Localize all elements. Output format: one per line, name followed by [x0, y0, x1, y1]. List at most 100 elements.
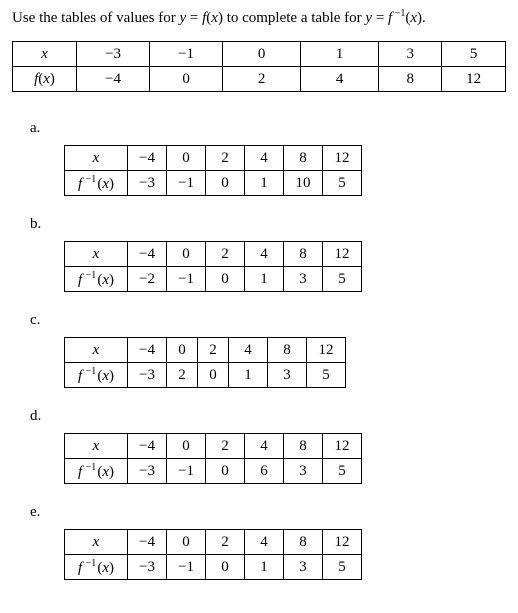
- option-label: d.: [30, 408, 506, 425]
- paren-close: ).: [417, 10, 426, 26]
- option-a: a. x −4 0 2 4 8 12 f −1(x) −3 −1 0 1 10 …: [40, 120, 506, 196]
- cell: −4: [77, 67, 150, 92]
- option-label: c.: [30, 312, 506, 329]
- cell: 0: [150, 67, 223, 92]
- cell: 0: [167, 146, 206, 171]
- cell: 2: [206, 242, 245, 267]
- cell: 0: [206, 171, 245, 196]
- cell: 5: [323, 171, 362, 196]
- table-row: x −4 0 2 4 8 12: [65, 338, 346, 363]
- cell: −1: [167, 267, 206, 292]
- option-table: x −4 0 2 4 8 12 f −1(x) −2 −1 0 1 3 5: [64, 241, 362, 292]
- table-row: f(x) −4 0 2 4 8 12: [13, 67, 506, 92]
- col-header-finv: f −1(x): [65, 171, 128, 196]
- cell: 0: [206, 459, 245, 484]
- cell: 1: [245, 555, 284, 580]
- col-header-x: x: [93, 534, 100, 550]
- eq: =: [372, 10, 388, 26]
- cell: 12: [323, 146, 362, 171]
- var-x: x: [211, 10, 218, 26]
- cell: 0: [206, 267, 245, 292]
- cell: −3: [128, 171, 167, 196]
- table-row: f −1(x) −3 2 0 1 3 5: [65, 363, 346, 388]
- col-header-x: x: [93, 342, 100, 358]
- var-x: x: [410, 10, 417, 26]
- cell: 5: [442, 42, 506, 67]
- cell: 2: [198, 338, 229, 363]
- cell: 5: [323, 459, 362, 484]
- cell: −4: [128, 146, 167, 171]
- cell: 12: [323, 434, 362, 459]
- table-row: x −4 0 2 4 8 12: [65, 242, 362, 267]
- cell: 12: [323, 242, 362, 267]
- option-c: c. x −4 0 2 4 8 12 f −1(x) −3 2 0 1 3 5: [40, 312, 506, 388]
- cell: 0: [167, 242, 206, 267]
- cell: 8: [379, 67, 442, 92]
- cell: 5: [307, 363, 346, 388]
- cell: −4: [128, 338, 167, 363]
- option-table: x −4 0 2 4 8 12 f −1(x) −3 −1 0 6 3 5: [64, 433, 362, 484]
- cell: −4: [128, 530, 167, 555]
- table-row: f −1(x) −3 −1 0 1 10 5: [65, 171, 362, 196]
- cell: −1: [150, 42, 223, 67]
- cell: 8: [284, 530, 323, 555]
- eq: =: [186, 10, 202, 26]
- cell: 2: [167, 363, 198, 388]
- given-table: x −3 −1 0 1 3 5 f(x) −4 0 2 4 8 12: [12, 41, 506, 92]
- cell: −1: [167, 555, 206, 580]
- cell: 0: [167, 434, 206, 459]
- cell: 4: [301, 67, 379, 92]
- inverse-sup: −1: [392, 8, 405, 19]
- cell: 12: [307, 338, 346, 363]
- cell: −3: [128, 363, 167, 388]
- option-d: d. x −4 0 2 4 8 12 f −1(x) −3 −1 0 6 3 5: [40, 408, 506, 484]
- cell: 1: [301, 42, 379, 67]
- cell: 3: [284, 555, 323, 580]
- col-header-x: x: [93, 246, 100, 262]
- cell: 2: [206, 434, 245, 459]
- cell: 8: [284, 146, 323, 171]
- cell: 1: [229, 363, 268, 388]
- cell: 0: [206, 555, 245, 580]
- cell: 12: [442, 67, 506, 92]
- table-row: x −4 0 2 4 8 12: [65, 530, 362, 555]
- col-header-finv: f −1(x): [65, 267, 128, 292]
- cell: 0: [167, 338, 198, 363]
- cell: 10: [284, 171, 323, 196]
- option-table: x −4 0 2 4 8 12 f −1(x) −3 2 0 1 3 5: [64, 337, 346, 388]
- cell: 2: [206, 530, 245, 555]
- cell: 2: [206, 146, 245, 171]
- prompt-text: Use the tables of values for: [12, 10, 179, 26]
- cell: 4: [245, 146, 284, 171]
- cell: 6: [245, 459, 284, 484]
- cell: 12: [323, 530, 362, 555]
- col-header-finv: f −1(x): [65, 363, 128, 388]
- cell: 3: [268, 363, 307, 388]
- cell: 0: [167, 530, 206, 555]
- prompt-text: to complete a table for: [223, 10, 365, 26]
- cell: −4: [128, 242, 167, 267]
- cell: 0: [223, 42, 301, 67]
- cell: 5: [323, 555, 362, 580]
- col-header-finv: f −1(x): [65, 555, 128, 580]
- table-row: f −1(x) −3 −1 0 1 3 5: [65, 555, 362, 580]
- cell: 3: [284, 459, 323, 484]
- cell: 4: [245, 242, 284, 267]
- cell: 8: [284, 434, 323, 459]
- cell: 8: [284, 242, 323, 267]
- table-row: x −4 0 2 4 8 12: [65, 146, 362, 171]
- table-row: x −3 −1 0 1 3 5: [13, 42, 506, 67]
- cell: 1: [245, 171, 284, 196]
- option-b: b. x −4 0 2 4 8 12 f −1(x) −2 −1 0 1 3 5: [40, 216, 506, 292]
- cell: −1: [167, 459, 206, 484]
- option-e: e. x −4 0 2 4 8 12 f −1(x) −3 −1 0 1 3 5: [40, 504, 506, 580]
- cell: 5: [323, 267, 362, 292]
- cell: 4: [245, 530, 284, 555]
- question-prompt: Use the tables of values for y = f(x) to…: [12, 8, 506, 27]
- table-row: f −1(x) −3 −1 0 6 3 5: [65, 459, 362, 484]
- option-label: b.: [30, 216, 506, 233]
- table-row: x −4 0 2 4 8 12: [65, 434, 362, 459]
- option-label: a.: [30, 120, 506, 137]
- cell: 0: [198, 363, 229, 388]
- col-header-x: x: [93, 150, 100, 166]
